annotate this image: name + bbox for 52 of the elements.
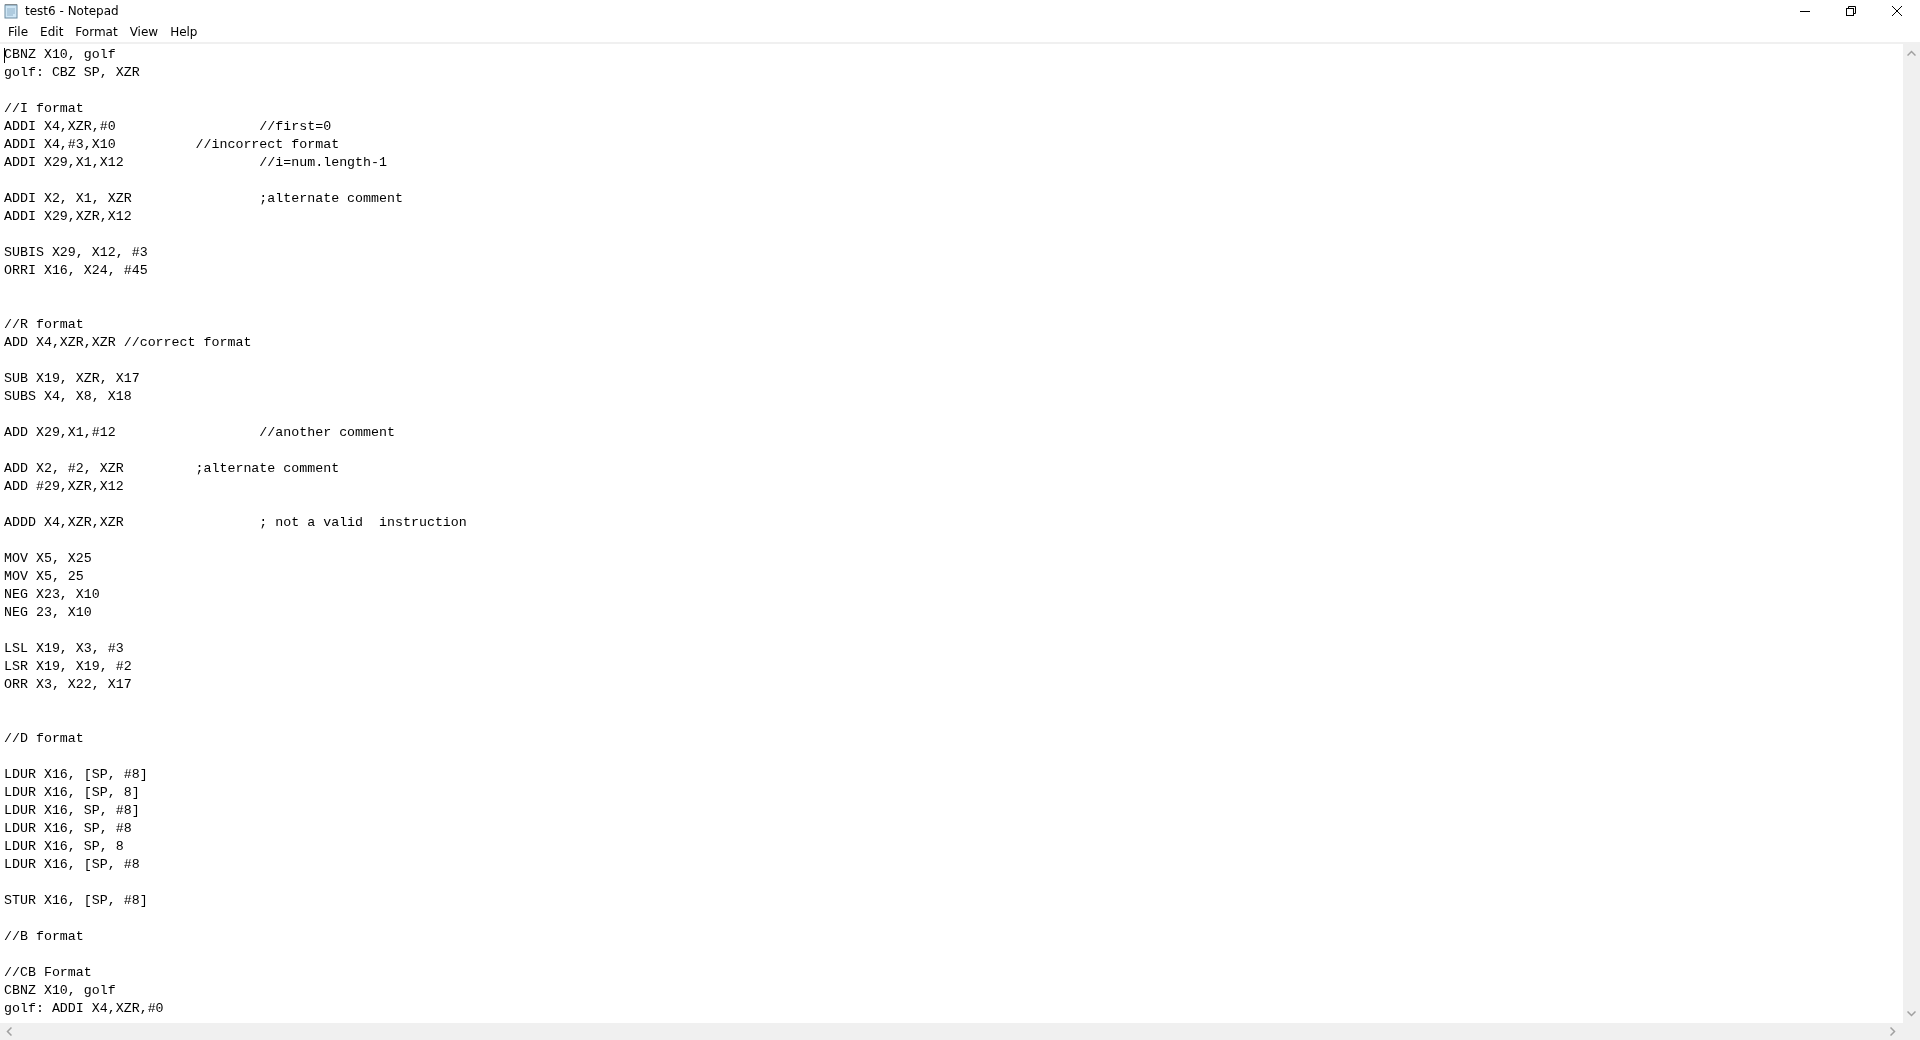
- code-line: NEG 23, X10: [4, 605, 92, 620]
- code-line: //D format: [4, 731, 84, 746]
- code-line: ADDI X29,X1,X12 //i=num.length-1: [4, 155, 387, 170]
- code-line: ORR X3, X22, X17: [4, 677, 132, 692]
- code-line: LSR X19, X19, #2: [4, 659, 132, 674]
- code-line: ADD X2, #2, XZR ;alternate comment: [4, 461, 340, 476]
- menu-item[interactable]: File: [2, 25, 35, 39]
- vertical-scrollbar[interactable]: [1903, 44, 1920, 1023]
- code-line: ADD #29,XZR,X12: [4, 479, 124, 494]
- code-line: LDUR X16, SP, #8]: [4, 803, 140, 818]
- code-line: LSL X19, X3, #3: [4, 641, 124, 656]
- scroll-up-icon[interactable]: [1907, 50, 1916, 56]
- code-line: ADD X4,XZR,XZR //correct format: [4, 335, 252, 350]
- code-line: ADDI X2, X1, XZR ;alternate comment: [4, 191, 403, 206]
- code-line: SUB X19, XZR, X17: [4, 371, 140, 386]
- code-line: golf: ADDI X4,XZR,#0: [4, 1001, 164, 1016]
- scroll-left-icon[interactable]: [6, 1027, 12, 1036]
- code-line: LDUR X16, SP, #8: [4, 821, 132, 836]
- scroll-right-icon[interactable]: [1890, 1027, 1896, 1036]
- code-line: ADD X29,X1,#12 //another comment: [4, 425, 395, 440]
- horizontal-scrollbar[interactable]: [0, 1023, 1920, 1040]
- code-line: golf: CBZ SP, XZR: [4, 65, 140, 80]
- code-line: LDUR X16, [SP, 8]: [4, 785, 140, 800]
- window-title: test6 - Notepad: [25, 4, 119, 18]
- code-line: //R format: [4, 317, 84, 332]
- code-line: MOV X5, X25: [4, 551, 92, 566]
- code-line: SUBS X4, X8, X18: [4, 389, 132, 404]
- code-line: ADDD X4,XZR,XZR ; not a valid instruction: [4, 515, 467, 530]
- code-line: ORRI X16, X24, #45: [4, 263, 148, 278]
- notepad-icon: [3, 3, 19, 19]
- code-line: LDUR X16, SP, 8: [4, 839, 124, 854]
- code-line: //I format: [4, 101, 84, 116]
- code-line: LDUR X16, [SP, #8: [4, 857, 140, 872]
- code-line: MOV X5, 25: [4, 569, 84, 584]
- code-line: ADDI X4,#3,X10 //incorrect format: [4, 137, 340, 152]
- menu-item[interactable]: Edit: [34, 25, 70, 39]
- menu-item[interactable]: View: [123, 25, 165, 39]
- scroll-down-icon[interactable]: [1907, 1011, 1916, 1017]
- code-line: //B format: [4, 929, 84, 944]
- code-line: SUBIS X29, X12, #3: [4, 245, 148, 260]
- code-line: LDUR X16, [SP, #8]: [4, 767, 148, 782]
- code-line: ADDI X29,XZR,X12: [4, 209, 132, 224]
- code-line: NEG X23, X10: [4, 587, 100, 602]
- code-line: CBNZ X10, golf: [4, 983, 116, 998]
- menu-item[interactable]: Help: [164, 25, 204, 39]
- code-line: STUR X16, [SP, #8]: [4, 893, 148, 908]
- code-line: ADDI X4,XZR,#0 //first=0: [4, 119, 332, 134]
- restore-icon[interactable]: [1845, 5, 1857, 17]
- code-line: //CB Format: [4, 965, 92, 980]
- menu-item[interactable]: Format: [69, 25, 124, 39]
- close-icon[interactable]: [1891, 5, 1903, 17]
- code-line: CBNZ X10, golf: [4, 47, 116, 62]
